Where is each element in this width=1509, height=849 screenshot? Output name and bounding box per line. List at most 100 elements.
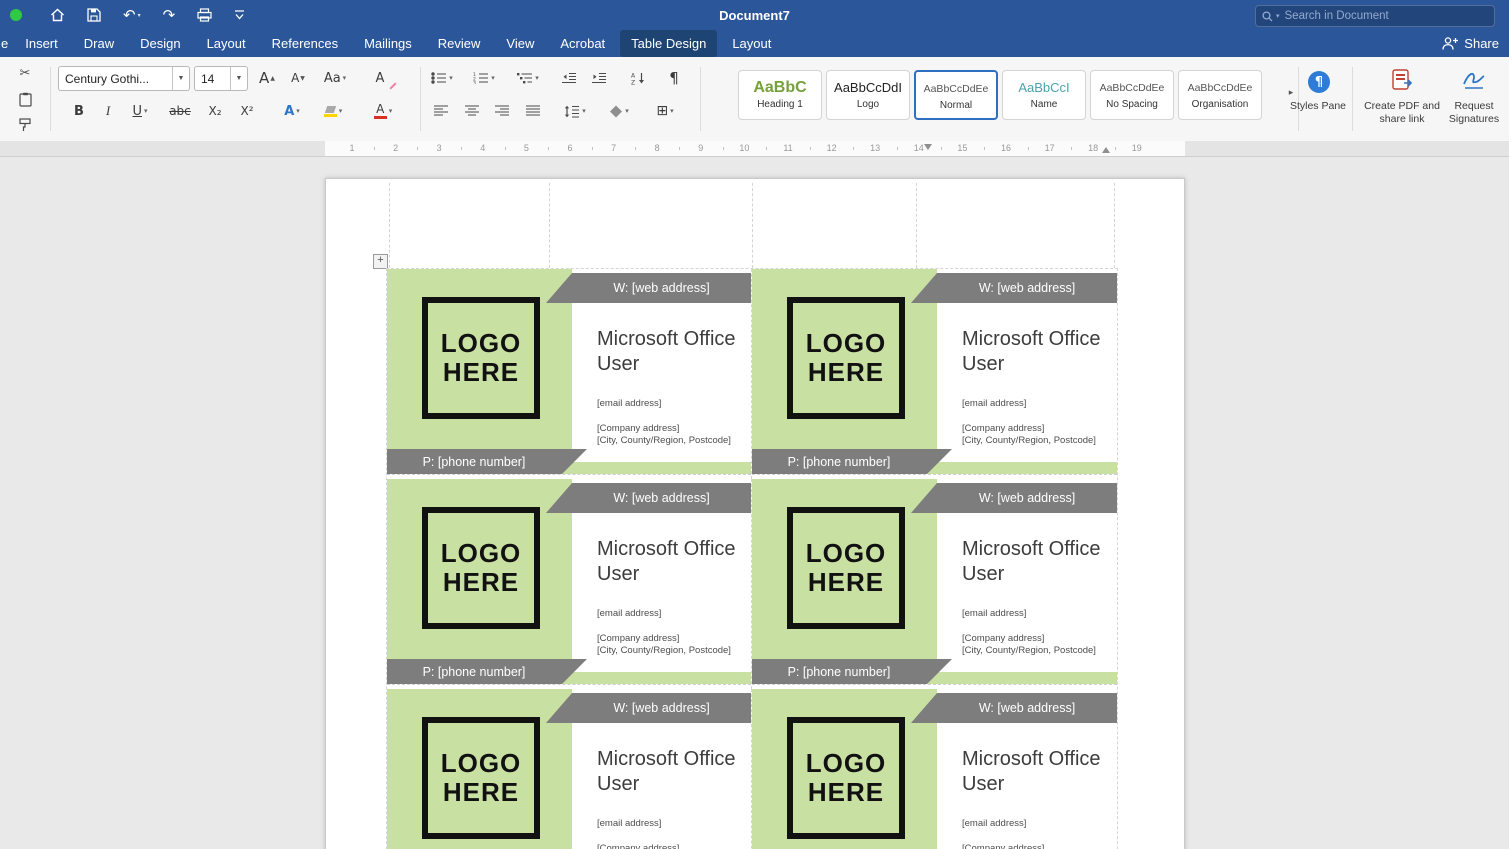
grow-font-button[interactable]: A▲ bbox=[254, 66, 280, 90]
card-person-name[interactable]: Microsoft Office User bbox=[962, 327, 1114, 377]
style-logo[interactable]: AaBbCcDdILogo bbox=[826, 70, 910, 120]
save-icon[interactable] bbox=[87, 8, 101, 22]
tab-layout[interactable]: Layout bbox=[196, 30, 257, 57]
tab-view[interactable]: View bbox=[495, 30, 545, 57]
card-web-banner[interactable]: W: [web address] bbox=[911, 273, 1117, 303]
bold-button[interactable]: B bbox=[68, 99, 90, 123]
tab-insert[interactable]: Insert bbox=[14, 30, 69, 57]
card-email[interactable]: [email address] bbox=[597, 608, 661, 619]
tab-review[interactable]: Review bbox=[427, 30, 492, 57]
card-address[interactable]: [Company address] [City, County/Region, … bbox=[962, 633, 1096, 657]
font-name-combobox[interactable]: Century Gothi... ▼ bbox=[58, 66, 190, 91]
print-icon[interactable] bbox=[197, 8, 212, 22]
business-card[interactable]: W: [web address] P: [phone number] LOGO … bbox=[387, 479, 751, 685]
table-move-handle[interactable]: + bbox=[373, 254, 388, 269]
card-person-name[interactable]: Microsoft Office User bbox=[597, 747, 749, 797]
card-address[interactable]: [Company address] [City, County/Region, … bbox=[597, 843, 731, 849]
card-email[interactable]: [email address] bbox=[597, 818, 661, 829]
card-logo-placeholder[interactable]: LOGO HERE bbox=[422, 297, 540, 419]
align-center-button[interactable] bbox=[461, 99, 483, 123]
card-web-banner[interactable]: W: [web address] bbox=[911, 693, 1117, 723]
horizontal-ruler[interactable]: 12345678910111213141516171819 bbox=[0, 141, 1509, 157]
format-painter-icon[interactable] bbox=[14, 113, 36, 137]
tab-mailings[interactable]: Mailings bbox=[353, 30, 423, 57]
tab-design[interactable]: Design bbox=[129, 30, 191, 57]
subscript-button[interactable]: X₂ bbox=[202, 99, 228, 123]
change-case-button[interactable]: Aa bbox=[320, 66, 350, 90]
share-button[interactable]: Share bbox=[1442, 30, 1499, 57]
shrink-font-button[interactable]: A▼ bbox=[286, 66, 310, 90]
undo-dropdown-icon[interactable]: ▾ bbox=[138, 12, 141, 19]
document-canvas[interactable]: + W: [web address] P: [phone number] LOG… bbox=[0, 156, 1509, 849]
tab-table-design[interactable]: Table Design bbox=[620, 30, 717, 57]
card-email[interactable]: [email address] bbox=[962, 398, 1026, 409]
scissors-cut-icon[interactable]: ✂ bbox=[14, 61, 36, 85]
increase-indent-button[interactable] bbox=[588, 66, 610, 90]
card-web-banner[interactable]: W: [web address] bbox=[546, 483, 751, 513]
card-web-banner[interactable]: W: [web address] bbox=[546, 693, 751, 723]
multilevel-list-button[interactable] bbox=[514, 66, 542, 90]
align-right-button[interactable] bbox=[491, 99, 513, 123]
underline-button[interactable]: U bbox=[126, 99, 154, 123]
create-pdf-button[interactable] bbox=[1388, 68, 1416, 92]
search-scope-chevron-icon[interactable]: ▾ bbox=[1276, 12, 1280, 20]
tab-layout[interactable]: Layout bbox=[721, 30, 782, 57]
card-web-banner[interactable]: W: [web address] bbox=[911, 483, 1117, 513]
tab-acrobat[interactable]: Acrobat bbox=[549, 30, 616, 57]
show-paragraph-marks-button[interactable]: ¶ bbox=[662, 66, 686, 90]
home-icon[interactable] bbox=[50, 8, 65, 22]
search-input[interactable] bbox=[1283, 9, 1488, 23]
right-indent-marker[interactable] bbox=[1102, 147, 1110, 153]
sort-button[interactable]: AZ bbox=[624, 66, 652, 90]
card-logo-placeholder[interactable]: LOGO HERE bbox=[422, 717, 540, 839]
business-card[interactable]: W: [web address] P: [phone number] LOGO … bbox=[752, 479, 1117, 685]
card-email[interactable]: [email address] bbox=[962, 608, 1026, 619]
style-no-spacing[interactable]: AaBbCcDdEeNo Spacing bbox=[1090, 70, 1174, 120]
card-phone-banner[interactable]: P: [phone number] bbox=[387, 659, 587, 685]
undo-button[interactable]: ↶ ▾ bbox=[123, 8, 141, 23]
card-logo-placeholder[interactable]: LOGO HERE bbox=[787, 507, 905, 629]
bullet-list-button[interactable] bbox=[428, 66, 456, 90]
business-card[interactable]: W: [web address] P: [phone number] LOGO … bbox=[387, 689, 751, 849]
italic-button[interactable]: I bbox=[98, 99, 118, 123]
card-address[interactable]: [Company address] [City, County/Region, … bbox=[597, 633, 731, 657]
justify-button[interactable] bbox=[522, 99, 544, 123]
card-person-name[interactable]: Microsoft Office User bbox=[962, 747, 1114, 797]
card-logo-placeholder[interactable]: LOGO HERE bbox=[422, 507, 540, 629]
card-person-name[interactable]: Microsoft Office User bbox=[597, 537, 749, 587]
card-email[interactable]: [email address] bbox=[962, 818, 1026, 829]
card-person-name[interactable]: Microsoft Office User bbox=[962, 537, 1114, 587]
business-card[interactable]: W: [web address] P: [phone number] LOGO … bbox=[752, 269, 1117, 475]
create-pdf-label[interactable]: Create PDF and share link bbox=[1358, 100, 1446, 126]
card-logo-placeholder[interactable]: LOGO HERE bbox=[787, 717, 905, 839]
search-box[interactable]: ▾ bbox=[1255, 5, 1495, 27]
numbered-list-button[interactable]: 123 bbox=[470, 66, 498, 90]
tab-references[interactable]: References bbox=[261, 30, 349, 57]
card-phone-banner[interactable]: P: [phone number] bbox=[752, 659, 952, 685]
align-left-button[interactable] bbox=[430, 99, 452, 123]
style-organisation[interactable]: AaBbCcDdEeOrganisation bbox=[1178, 70, 1262, 120]
style-normal[interactable]: AaBbCcDdEeNormal bbox=[914, 70, 998, 120]
request-signatures-button[interactable] bbox=[1460, 68, 1488, 92]
font-name-dropdown-icon[interactable]: ▼ bbox=[172, 67, 189, 90]
text-effects-button[interactable]: A bbox=[278, 99, 306, 123]
card-address[interactable]: [Company address] [City, County/Region, … bbox=[962, 843, 1096, 849]
tab-e[interactable]: e bbox=[0, 30, 12, 57]
tab-draw[interactable]: Draw bbox=[73, 30, 125, 57]
decrease-indent-button[interactable] bbox=[558, 66, 580, 90]
shading-button[interactable] bbox=[604, 99, 634, 123]
card-email[interactable]: [email address] bbox=[597, 398, 661, 409]
card-phone-banner[interactable]: P: [phone number] bbox=[752, 449, 952, 475]
card-phone-banner[interactable]: P: [phone number] bbox=[387, 449, 587, 475]
font-size-dropdown-icon[interactable]: ▼ bbox=[230, 67, 247, 90]
card-person-name[interactable]: Microsoft Office User bbox=[597, 327, 749, 377]
redo-button[interactable]: ↷ bbox=[163, 8, 176, 23]
clear-formatting-button[interactable]: A bbox=[368, 66, 392, 90]
strikethrough-button[interactable]: abc bbox=[166, 99, 194, 123]
customize-toolbar-icon[interactable] bbox=[234, 10, 245, 20]
window-control-green[interactable] bbox=[10, 9, 22, 21]
highlight-color-button[interactable] bbox=[318, 99, 348, 123]
borders-button[interactable]: ⊞ bbox=[650, 99, 680, 123]
request-signatures-label[interactable]: Request Signatures bbox=[1440, 100, 1508, 126]
paste-clipboard-icon[interactable] bbox=[14, 87, 36, 111]
